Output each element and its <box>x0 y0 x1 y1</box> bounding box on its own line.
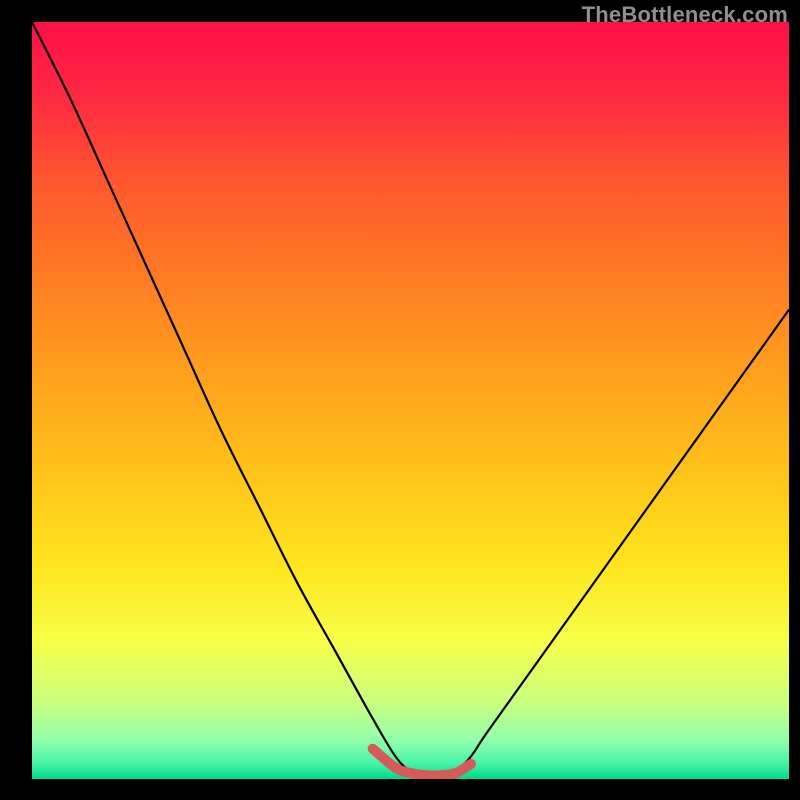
sweet-spot-highlight <box>373 749 471 776</box>
mismatch-curve-path <box>32 22 789 779</box>
bottleneck-curve <box>32 22 789 779</box>
plot-area <box>32 22 789 779</box>
watermark-text: TheBottleneck.com <box>582 2 788 28</box>
chart-frame: TheBottleneck.com <box>0 0 800 800</box>
